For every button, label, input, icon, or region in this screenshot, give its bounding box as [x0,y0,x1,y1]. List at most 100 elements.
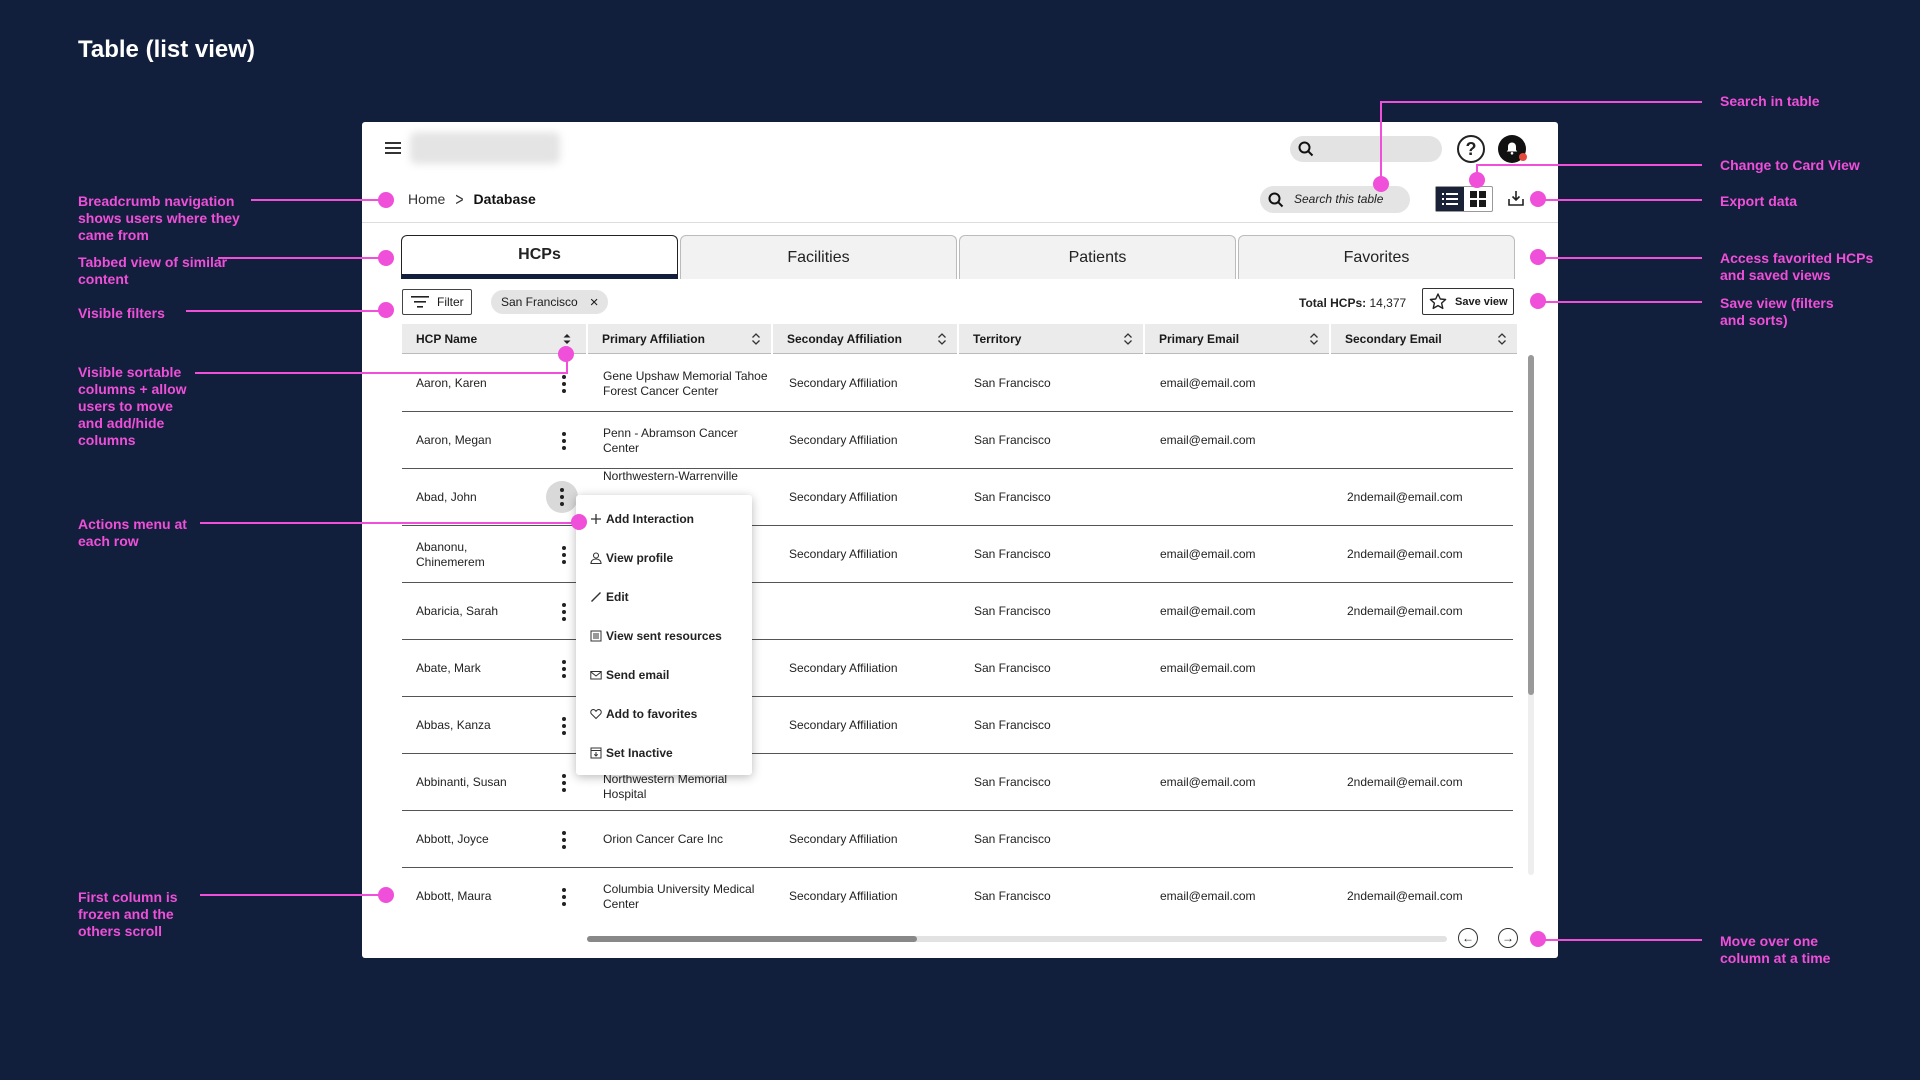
more-vertical-icon[interactable] [554,829,574,851]
cell-primary-email: email@email.com [1160,889,1256,903]
menu-item-label: View profile [606,550,674,565]
more-vertical-icon[interactable] [554,601,574,623]
annotation-save-view: Save view (filters and sorts) [1720,295,1834,328]
close-icon[interactable]: × [590,294,599,311]
cell-secondary-email: 2ndemail@email.com [1347,490,1463,504]
list-view-button[interactable] [1436,187,1464,211]
column-header-territory[interactable]: Territory [959,324,1143,354]
document-icon [590,630,602,641]
table-body: Aaron, Karen Gene Upshaw Memorial Tahoe … [402,355,1513,925]
sort-both-icon[interactable] [562,332,572,346]
cell-hcp-name[interactable]: Aaron, Karen [416,355,546,412]
more-vertical-icon[interactable] [554,715,574,737]
cell-hcp-name[interactable]: Abaricia, Sarah [416,583,546,640]
more-vertical-icon[interactable] [554,772,574,794]
horizontal-scrollbar[interactable] [587,936,1447,942]
filter-chip-label: San Francisco [501,295,578,309]
vertical-scrollbar[interactable] [1528,355,1534,875]
cell-hcp-name[interactable]: Abad, John [416,469,546,526]
table-row[interactable]: Aaron, Megan Penn - Abramson Cancer Cent… [402,412,1513,469]
tab-hcps[interactable]: HCPs [401,235,678,279]
sort-icon[interactable] [1309,332,1319,346]
table-row[interactable]: Abbott, Maura Columbia University Medica… [402,868,1513,925]
annotation-connector [1545,257,1702,259]
annotation-move-column: Move over one column at a time [1720,933,1831,966]
sort-icon[interactable] [751,332,761,346]
cell-primary-email [1160,811,1330,868]
table-row[interactable]: Abbinanti, Susan Northwestern Memorial H… [402,754,1513,811]
mail-icon [590,670,602,679]
column-header-secondary-affiliation[interactable]: Seconday Affiliation [773,324,957,354]
cell-hcp-name[interactable]: Abbott, Joyce [416,811,546,868]
table-row[interactable]: Aaron, Karen Gene Upshaw Memorial Tahoe … [402,355,1513,412]
menu-item-label: Add to favorites [606,706,698,721]
annotation-connector [1380,101,1702,103]
sort-icon[interactable] [937,332,947,346]
breadcrumb-home[interactable]: Home [408,191,445,207]
table-row[interactable]: Abanonu, Chinemerem Secondary Affiliatio… [402,526,1513,583]
notifications-avatar[interactable] [1498,135,1527,163]
menu-item-edit[interactable]: Edit [576,577,752,616]
tab-bar: HCPs Facilities Patients Favorites [401,235,1515,279]
cell-primary-affiliation: Orion Cancer Care Inc [603,832,724,846]
cell-secondary-affiliation: Secondary Affiliation [789,490,898,504]
cell-hcp-name[interactable]: Abate, Mark [416,640,546,697]
cell-territory: San Francisco [974,433,1051,447]
table-row[interactable]: Abbott, Joyce Orion Cancer Care Inc Seco… [402,811,1513,868]
tab-facilities[interactable]: Facilities [680,235,957,279]
annotation-connector [186,310,386,312]
more-vertical-icon[interactable] [546,481,578,513]
arrow-left-icon[interactable]: ← [1458,928,1478,948]
horizontal-scroll-thumb[interactable] [587,936,917,942]
save-view-button[interactable]: Save view [1422,288,1514,315]
list-icon [1442,193,1458,205]
sort-icon[interactable] [1497,332,1507,346]
cell-hcp-name[interactable]: Aaron, Megan [416,412,546,469]
table-row[interactable]: Abbas, Kanza Secondary Affiliation San F… [402,697,1513,754]
tab-patients[interactable]: Patients [959,235,1236,279]
filter-button[interactable]: Filter [402,289,472,315]
sort-icon[interactable] [1123,332,1133,346]
cell-hcp-name[interactable]: Abbas, Kanza [416,697,546,754]
more-vertical-icon[interactable] [554,886,574,908]
annotation-connector [1380,101,1382,184]
cell-secondary-affiliation [789,754,959,811]
table-row[interactable]: Abaricia, Sarah San Francisco email@emai… [402,583,1513,640]
menu-item-view-profile[interactable]: View profile [576,538,752,577]
arrow-right-icon[interactable]: → [1498,928,1518,948]
export-icon[interactable] [1506,188,1526,208]
table-search-input[interactable]: Search this table [1260,186,1410,213]
hamburger-menu-icon[interactable] [385,142,401,154]
menu-item-view-sent-resources[interactable]: View sent resources [576,616,752,655]
more-vertical-icon[interactable] [554,658,574,680]
cell-primary-email: email@email.com [1160,775,1256,789]
cell-hcp-name[interactable]: Abanonu, Chinemerem [416,526,526,583]
cell-hcp-name[interactable]: Abbott, Maura [416,868,546,925]
menu-item-add-interaction[interactable]: Add Interaction [576,499,752,538]
column-header-label: Primary Email [1159,331,1240,346]
column-header-primary-email[interactable]: Primary Email [1145,324,1329,354]
cell-territory: San Francisco [974,661,1051,675]
annotation-card-view: Change to Card View [1720,157,1860,173]
cell-hcp-name[interactable]: Abbinanti, Susan [416,754,546,811]
menu-item-add-to-favorites[interactable]: Add to favorites [576,694,752,733]
user-icon [590,551,602,564]
cell-secondary-email: 2ndemail@email.com [1347,889,1463,903]
menu-item-set-inactive[interactable]: Set Inactive [576,733,752,772]
cell-primary-email [1160,697,1330,754]
more-vertical-icon[interactable] [554,373,574,395]
global-search-input[interactable] [1290,136,1442,162]
cell-secondary-affiliation: Secondary Affiliation [789,832,898,846]
help-icon[interactable]: ? [1457,135,1485,163]
tab-favorites[interactable]: Favorites [1238,235,1515,279]
vertical-scroll-thumb[interactable] [1528,355,1534,695]
column-header-secondary-email[interactable]: Secondary Email [1331,324,1517,354]
column-header-primary-affiliation[interactable]: Primary Affiliation [588,324,771,354]
table-row[interactable]: Abad, John Northwestern-Warrenville Seco… [402,469,1513,526]
menu-item-send-email[interactable]: Send email [576,655,752,694]
card-view-button[interactable] [1464,187,1492,211]
annotation-connector [218,257,386,259]
more-vertical-icon[interactable] [554,430,574,452]
table-row[interactable]: Abate, Mark Secondary Affiliation San Fr… [402,640,1513,697]
more-vertical-icon[interactable] [554,544,574,566]
